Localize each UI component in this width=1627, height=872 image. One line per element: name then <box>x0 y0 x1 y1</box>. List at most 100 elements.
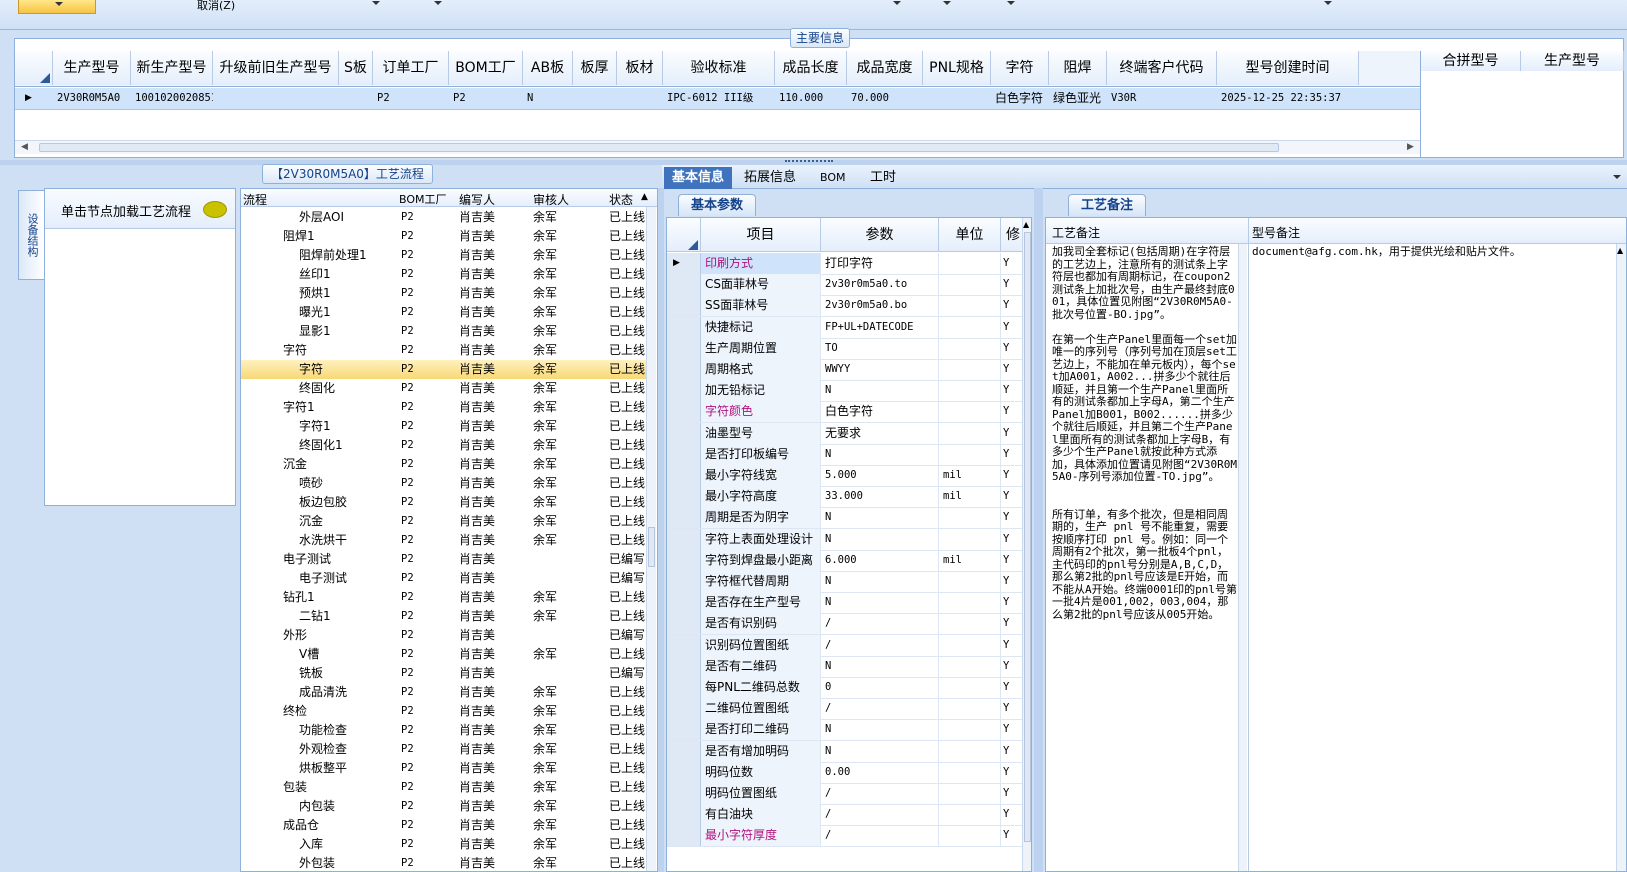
param-value[interactable]: 无要求 <box>821 422 939 444</box>
param-row[interactable]: 周期格式 WWYY Y <box>667 359 1027 381</box>
column-header[interactable]: 生产型号 <box>53 51 131 85</box>
param-value[interactable]: 33.000 <box>821 486 939 508</box>
param-value[interactable]: WWYY <box>821 359 939 380</box>
tree-row[interactable]: 外观检查 P2 肖吉美 余军 已上线 <box>241 740 651 759</box>
param-value[interactable]: N <box>821 528 939 550</box>
param-flag[interactable]: Y <box>1003 550 1021 571</box>
tree-row[interactable]: 曝光1 P2 肖吉美 余军 已上线 <box>241 303 651 322</box>
tree-row[interactable]: −包装P2肖吉美余军已上线 <box>241 778 651 797</box>
param-value[interactable]: FP+UL+DATECODE <box>821 316 939 338</box>
cell-s-board[interactable] <box>339 88 373 109</box>
cell-customer-code[interactable]: V30R <box>1107 88 1217 109</box>
chevron-down-icon[interactable] <box>893 1 901 5</box>
chevron-down-icon[interactable] <box>434 1 442 5</box>
tree-row[interactable]: 阻焊前处理1 P2 肖吉美 余军 已上线 <box>241 246 651 265</box>
params-vertical-scrollbar[interactable]: ▲ <box>1022 218 1031 871</box>
cell-thickness[interactable] <box>573 88 617 109</box>
column-header[interactable]: BOM工厂 <box>449 51 523 85</box>
cell-old-model[interactable] <box>213 88 339 109</box>
column-header[interactable]: 型号创建时间 <box>1217 51 1359 85</box>
param-flag[interactable]: Y <box>1003 783 1021 804</box>
cell-bom-factory[interactable]: P2 <box>449 88 523 109</box>
param-value[interactable]: N <box>821 507 939 529</box>
column-header[interactable]: 板材 <box>617 51 663 85</box>
param-row[interactable]: 快捷标记 FP+UL+DATECODE Y <box>667 316 1027 339</box>
tree-row[interactable]: −终检P2肖吉美余军已上线 <box>241 702 651 721</box>
param-flag[interactable]: Y <box>1003 613 1021 634</box>
cell-created[interactable]: 2025-12-25 22:35:37 <box>1217 88 1359 109</box>
tree-row[interactable]: −沉金P2肖吉美余军已上线 <box>241 455 651 474</box>
scroll-left-icon[interactable]: ◀ <box>21 142 28 152</box>
tree-row[interactable]: 入库 P2 肖吉美 余军 已上线 <box>241 835 651 854</box>
cell-char[interactable]: 白色字符 <box>991 88 1049 109</box>
cell-order-factory[interactable]: P2 <box>373 88 449 109</box>
cell-length[interactable]: 110.000 <box>775 88 847 109</box>
tree-row[interactable]: −钻孔1P2肖吉美余军已上线 <box>241 588 651 607</box>
param-value[interactable]: N <box>821 592 939 614</box>
param-row[interactable]: 字符到焊盘最小距离 6.000 mil Y <box>667 549 1027 572</box>
tree-row[interactable]: 预烘1 P2 肖吉美 余军 已上线 <box>241 284 651 303</box>
param-row[interactable]: 是否有识别码 / Y <box>667 613 1027 636</box>
tree-row[interactable]: 终固化 P2 肖吉美 余军 已上线 <box>241 379 651 398</box>
cell-model[interactable]: 2V30R0M5A0 <box>53 88 131 109</box>
scrollbar-thumb[interactable] <box>1024 232 1031 842</box>
tree-row[interactable]: 功能检查 P2 肖吉美 余军 已上线 <box>241 721 651 740</box>
param-flag[interactable]: Y <box>1003 825 1021 846</box>
param-row[interactable]: 字符颜色 白色字符 Y <box>667 401 1027 424</box>
chevron-down-icon[interactable] <box>1324 1 1332 5</box>
chevron-down-icon[interactable] <box>943 1 951 5</box>
param-value[interactable]: N <box>821 719 939 741</box>
scroll-up-icon[interactable]: ▲ <box>1023 220 1029 229</box>
param-value[interactable]: N <box>821 443 939 465</box>
process-note-text[interactable]: 加我司全套标记(包括周期)在字符层的工艺边上，注意所有的测试条上字符层也都加有周… <box>1052 245 1238 866</box>
tree-row[interactable]: 字符1 P2 肖吉美 余军 已上线 <box>241 417 651 436</box>
tree-vertical-scrollbar[interactable] <box>646 207 656 871</box>
param-flag[interactable]: Y <box>1003 465 1021 486</box>
column-header[interactable]: S板 <box>339 51 373 85</box>
tree-row[interactable]: −电子测试P2肖吉美已编写 <box>241 550 651 569</box>
tree-row[interactable]: 烘板整平 P2 肖吉美 余军 已上线 <box>241 759 651 778</box>
cell-pnl[interactable] <box>923 88 991 109</box>
param-row[interactable]: 是否打印二维码 N Y <box>667 719 1027 742</box>
param-row[interactable]: 字符框代替周期 N Y <box>667 571 1027 593</box>
side-tab-device-structure[interactable]: 设备结构 <box>18 190 44 280</box>
param-row[interactable]: 明码位数 0.00 Y <box>667 761 1027 784</box>
param-flag[interactable]: Y <box>1003 444 1021 465</box>
tree-row[interactable]: 终固化1 P2 肖吉美 余军 已上线 <box>241 436 651 455</box>
param-value[interactable]: / <box>821 825 939 847</box>
tree-row[interactable]: 成品清洗 P2 肖吉美 余军 已上线 <box>241 683 651 702</box>
param-value[interactable]: N <box>821 380 939 402</box>
tree-row[interactable]: V槽 P2 肖吉美 余军 已上线 <box>241 645 651 664</box>
cancel-button[interactable]: 取消(Z) <box>197 0 235 13</box>
tree-row[interactable]: −字符P2肖吉美余军已上线 <box>241 341 651 360</box>
tab-extended-info[interactable]: 拓展信息 <box>736 167 804 189</box>
tree-row[interactable]: 显影1 P2 肖吉美 余军 已上线 <box>241 322 651 341</box>
table-row[interactable]: ▶ 2V30R0M5A010010200208517P2P2NIPC-6012 … <box>15 88 1420 110</box>
param-row[interactable]: 生产周期位置 TO Y <box>667 337 1027 360</box>
chevron-down-icon[interactable] <box>1613 175 1621 179</box>
process-note-scrollbar[interactable] <box>1238 244 1247 871</box>
chevron-down-icon[interactable] <box>1007 1 1015 5</box>
param-flag[interactable]: Y <box>1003 804 1021 825</box>
cell-solder[interactable]: 绿色亚光 <box>1049 88 1107 109</box>
column-header[interactable]: 新生产型号 <box>131 51 213 85</box>
param-flag[interactable]: Y <box>1003 656 1021 677</box>
param-row[interactable]: 加无铅标记 N Y <box>667 380 1027 403</box>
param-flag[interactable]: Y <box>1003 338 1021 359</box>
param-row[interactable]: 油墨型号 无要求 Y <box>667 422 1027 445</box>
param-value[interactable]: 6.000 <box>821 549 939 571</box>
param-row[interactable]: 每PNL二维码总数 0 Y <box>667 677 1027 699</box>
column-header[interactable]: 升级前旧生产型号 <box>213 51 339 85</box>
cell-ab-board[interactable]: N <box>523 88 573 109</box>
tree-row[interactable]: −外形P2肖吉美已编写 <box>241 626 651 645</box>
tree-row[interactable]: 水洗烘干 P2 肖吉美 余军 已上线 <box>241 531 651 550</box>
param-flag[interactable]: Y <box>1003 507 1021 528</box>
column-header[interactable]: 订单工厂 <box>373 51 449 85</box>
param-value[interactable]: / <box>821 634 939 656</box>
splitter-grip[interactable] <box>785 160 833 164</box>
column-header[interactable]: AB板 <box>523 51 573 85</box>
param-row[interactable]: 识别码位置图纸 / Y <box>667 634 1027 657</box>
cell-new-model[interactable]: 10010200208517 <box>131 88 213 109</box>
column-header[interactable]: PNL规格 <box>923 51 991 85</box>
param-flag[interactable]: Y <box>1003 635 1021 656</box>
